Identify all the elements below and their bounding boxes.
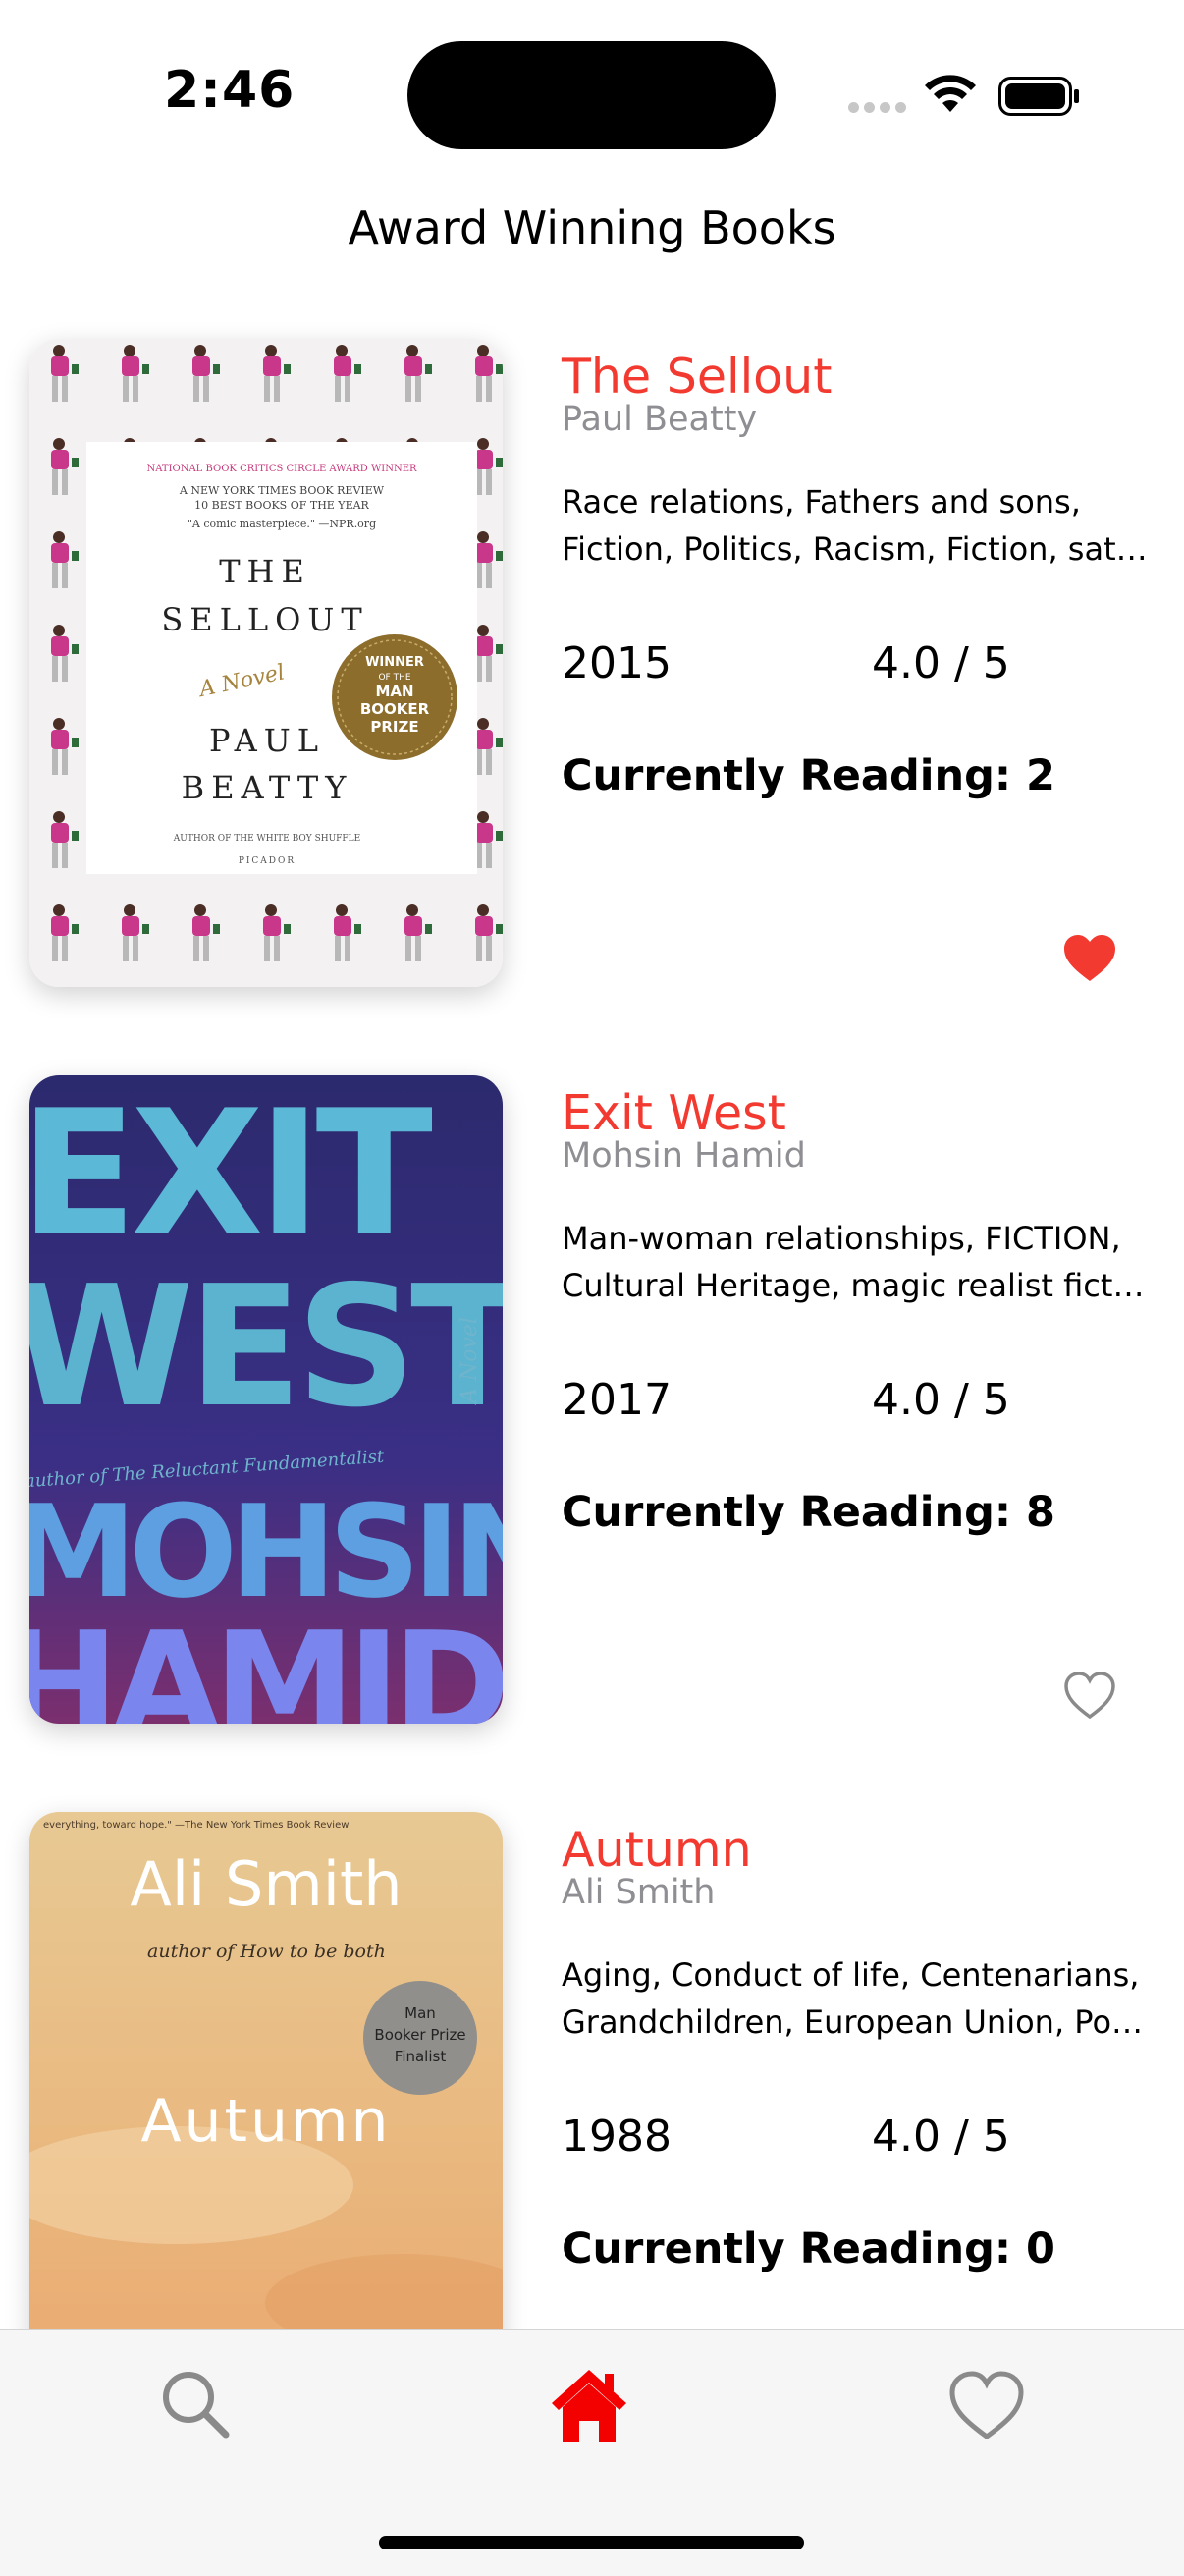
book-card-exit-west[interactable]: EXIT WEST author of The Reluctant Fundam… <box>0 1075 1184 1724</box>
svg-text:"A comic masterpiece." —NPR.or: "A comic masterpiece." —NPR.org <box>188 518 376 530</box>
book-card-the-sellout[interactable]: NATIONAL BOOK CRITICS CIRCLE AWARD WINNE… <box>0 339 1184 987</box>
subjects-line: Fiction, Politics, Racism, Fiction, sati… <box>562 530 1151 568</box>
cover-art: NATIONAL BOOK CRITICS CIRCLE AWARD WINNE… <box>29 339 503 987</box>
book-author: Mohsin Hamid <box>562 1136 806 1176</box>
heart-filled-icon[interactable] <box>1062 933 1117 984</box>
book-subjects: Man-woman relationships, FICTION, Cultur… <box>562 1215 1151 1309</box>
heart-outline-icon[interactable] <box>1062 1670 1117 1721</box>
svg-text:PICADOR: PICADOR <box>239 856 296 866</box>
favorites-heart-icon[interactable] <box>947 2366 1026 2444</box>
subjects-line: Aging, Conduct of life, Centenarians, <box>562 1956 1140 1994</box>
svg-text:SELLOUT: SELLOUT <box>161 601 368 638</box>
svg-text:Ali Smith: Ali Smith <box>130 1848 402 1920</box>
subjects-line: Cultural Heritage, magic realist fiction <box>562 1267 1151 1304</box>
svg-text:Finalist: Finalist <box>395 2048 447 2065</box>
svg-text:NATIONAL BOOK CRITICS CIRCLE A: NATIONAL BOOK CRITICS CIRCLE AWARD WINNE… <box>146 464 417 474</box>
cover-art: everything, toward hope." —The New York … <box>29 1812 503 2331</box>
subjects-line: Man-woman relationships, FICTION, <box>562 1220 1121 1257</box>
book-subjects: Aging, Conduct of life, Centenarians, Gr… <box>562 1951 1151 2046</box>
book-card-autumn[interactable]: everything, toward hope." —The New York … <box>0 1812 1184 2331</box>
book-year: 2015 <box>562 638 672 688</box>
book-cover[interactable]: NATIONAL BOOK CRITICS CIRCLE AWARD WINNE… <box>29 339 503 987</box>
svg-text:A NEW YORK TIMES BOOK REVIEW: A NEW YORK TIMES BOOK REVIEW <box>179 484 385 497</box>
svg-text:BEATTY: BEATTY <box>182 769 353 806</box>
svg-text:PRIZE: PRIZE <box>370 718 418 736</box>
svg-text:Booker Prize: Booker Prize <box>374 2026 465 2044</box>
svg-text:MAN: MAN <box>375 683 413 700</box>
svg-text:EXIT: EXIT <box>29 1075 433 1274</box>
subjects-line: Race relations, Fathers and sons, <box>562 483 1081 521</box>
svg-text:Autumn: Autumn <box>140 2087 391 2156</box>
svg-text:A Novel: A Novel <box>457 1317 482 1405</box>
page-title: Award Winning Books <box>348 201 836 254</box>
currently-reading: Currently Reading: 0 <box>562 2224 1055 2274</box>
book-rating: 4.0 / 5 <box>872 2111 1010 2162</box>
svg-text:WINNER: WINNER <box>365 655 424 670</box>
book-title: Exit West <box>562 1085 786 1141</box>
svg-text:author of How to be both: author of How to be both <box>147 1941 386 1962</box>
svg-text:everything, toward hope." —The: everything, toward hope." —The New York … <box>43 1820 349 1831</box>
currently-reading: Currently Reading: 2 <box>562 751 1055 800</box>
book-title: The Sellout <box>562 349 833 405</box>
book-cover[interactable]: EXIT WEST author of The Reluctant Fundam… <box>29 1075 503 1724</box>
svg-text:AUTHOR OF THE WHITE BOY SHUFFL: AUTHOR OF THE WHITE BOY SHUFFLE <box>173 834 360 844</box>
book-author: Ali Smith <box>562 1873 716 1912</box>
book-author: Paul Beatty <box>562 400 758 439</box>
svg-text:10 BEST BOOKS OF THE YEAR: 10 BEST BOOKS OF THE YEAR <box>194 499 369 512</box>
book-rating: 4.0 / 5 <box>872 638 1010 688</box>
book-year: 2017 <box>562 1375 672 1425</box>
home-indicator <box>379 2536 804 2549</box>
svg-text:HAMID: HAMID <box>29 1602 503 1724</box>
svg-text:THE: THE <box>219 553 311 590</box>
book-title: Autumn <box>562 1822 752 1878</box>
svg-text:OF THE: OF THE <box>378 673 410 683</box>
svg-text:BOOKER: BOOKER <box>360 700 430 718</box>
book-subjects: Race relations, Fathers and sons, Fictio… <box>562 478 1151 573</box>
subjects-line: Grandchildren, European Union, Politics <box>562 2003 1151 2041</box>
book-cover[interactable]: everything, toward hope." —The New York … <box>29 1812 503 2331</box>
home-icon[interactable] <box>550 2366 628 2444</box>
book-year: 1988 <box>562 2111 672 2162</box>
book-list[interactable]: Award Winning Books NATIONAL BOOK CRITIC… <box>0 0 1184 2331</box>
cover-art: EXIT WEST author of The Reluctant Fundam… <box>29 1075 503 1724</box>
search-icon[interactable] <box>157 2366 236 2444</box>
svg-text:PAUL: PAUL <box>209 722 325 759</box>
currently-reading: Currently Reading: 8 <box>562 1488 1055 1537</box>
book-rating: 4.0 / 5 <box>872 1375 1010 1425</box>
svg-text:Man: Man <box>404 2004 436 2022</box>
svg-text:WEST: WEST <box>29 1250 503 1445</box>
